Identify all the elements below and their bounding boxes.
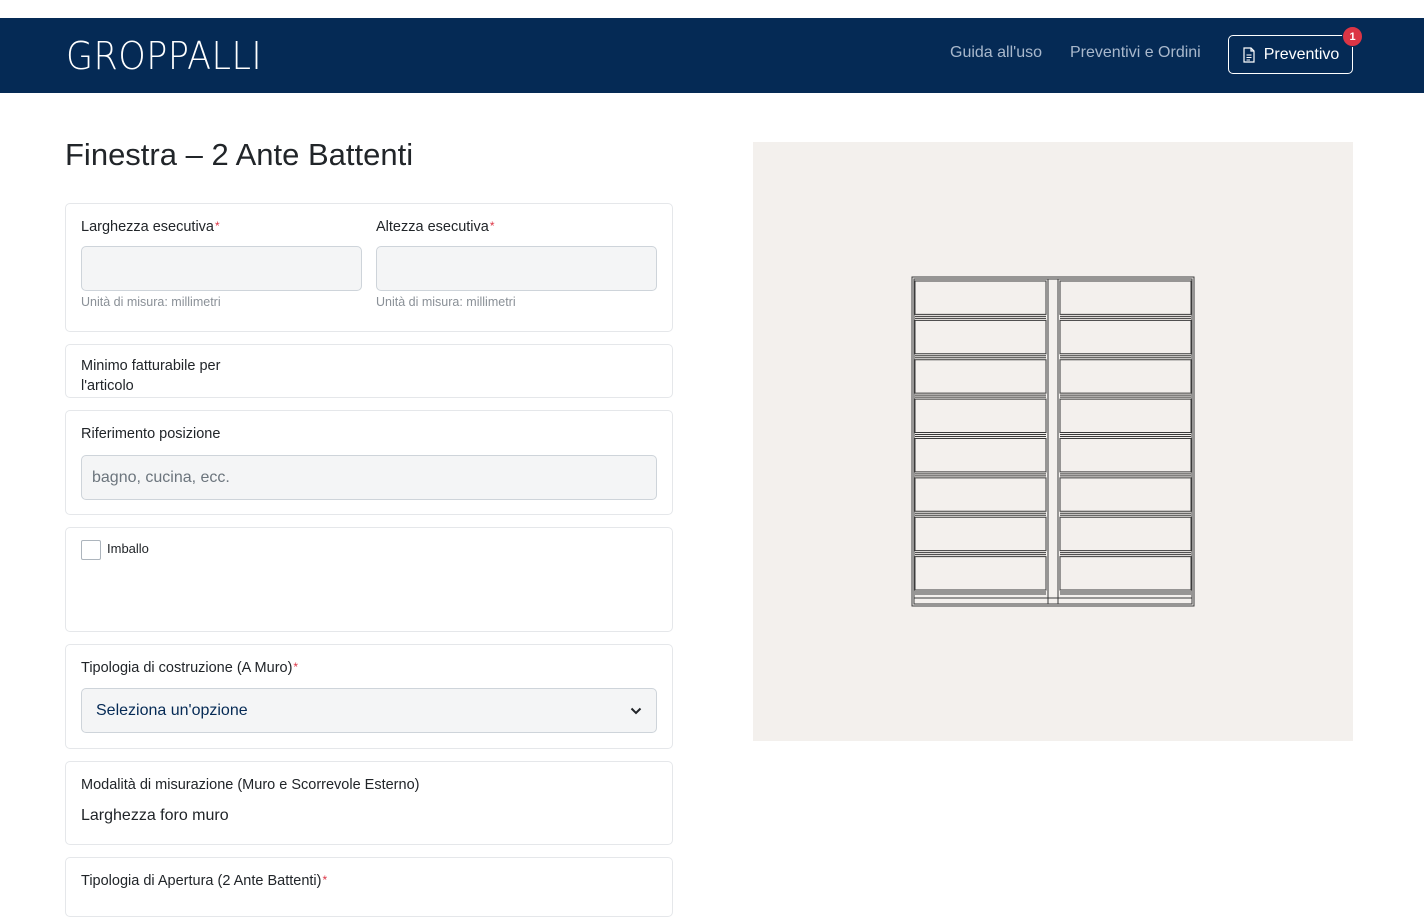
larghezza-input[interactable] [81,246,362,291]
tipologia-apertura-card: Tipologia di Apertura (2 Ante Battenti)* [65,857,673,917]
dimensions-card: Larghezza esecutiva* Unità di misura: mi… [65,203,673,332]
window-pane [914,398,1047,433]
window-pane [914,477,1047,512]
modalita-label: Modalità di misurazione (Muro e Scorrevo… [81,777,420,793]
tipologia-costruzione-select[interactable]: Seleziona un'opzione [81,688,657,733]
window-pane [1059,477,1192,512]
window-pane [914,359,1047,394]
window-pane [914,319,1047,355]
top-strip [0,0,1424,18]
larghezza-help: Unità di misura: millimetri [81,295,221,309]
altezza-input[interactable] [376,246,657,291]
riferimento-label: Riferimento posizione [81,426,221,442]
window-pane [1059,516,1192,552]
window-pane [1059,438,1192,473]
tipologia-costruzione-label: Tipologia di costruzione (A Muro)* [81,660,299,676]
window-pane [1059,319,1192,355]
brand-logo[interactable]: GROPPALLI [66,34,262,78]
document-icon [1243,46,1255,63]
window-pane [914,280,1047,315]
imballo-checkbox[interactable] [81,540,101,560]
window-drawing [911,276,1195,607]
larghezza-label: Larghezza esecutiva* [81,219,220,235]
window-inner-frame [913,278,1193,605]
cart-count-badge: 1 [1342,26,1363,47]
modalita-card: Modalità di misurazione (Muro e Scorrevo… [65,761,673,845]
riferimento-input[interactable] [81,455,657,500]
preventivo-label: Preventivo [1263,45,1340,63]
window-pane [1059,556,1192,591]
nav-link-preventivi-ordini[interactable]: Preventivi e Ordini [1070,44,1201,62]
tipologia-apertura-label: Tipologia di Apertura (2 Ante Battenti)* [81,873,328,889]
tipologia-costruzione-card: Tipologia di costruzione (A Muro)* Selez… [65,644,673,749]
window-pane [914,438,1047,473]
window-pane [1059,280,1192,315]
window-pane [914,516,1047,552]
window-pane [1059,398,1192,433]
minimo-card: Minimo fatturabile per l'articolo [65,344,673,398]
tipologia-costruzione-selected: Seleziona un'opzione [96,701,248,719]
minimo-label: Minimo fatturabile per l'articolo [81,358,221,394]
preventivo-button[interactable]: Preventivo 1 [1228,26,1363,74]
nav-link-guida[interactable]: Guida all'uso [950,44,1042,62]
page-title: Finestra – 2 Ante Battenti [65,137,414,172]
imballo-label: Imballo [107,541,149,556]
modalita-value: Larghezza foro muro [81,807,229,824]
navbar: GROPPALLI Guida all'uso Preventivi e Ord… [0,18,1424,93]
imballo-card: Imballo [65,527,673,632]
window-pane [914,556,1047,591]
riferimento-card: Riferimento posizione [65,410,673,515]
altezza-help: Unità di misura: millimetri [376,295,516,309]
window-mullion [1047,278,1059,605]
altezza-label: Altezza esecutiva* [376,219,495,235]
window-pane [1059,359,1192,394]
chevron-down-icon [630,707,642,714]
product-preview-panel [753,142,1353,741]
